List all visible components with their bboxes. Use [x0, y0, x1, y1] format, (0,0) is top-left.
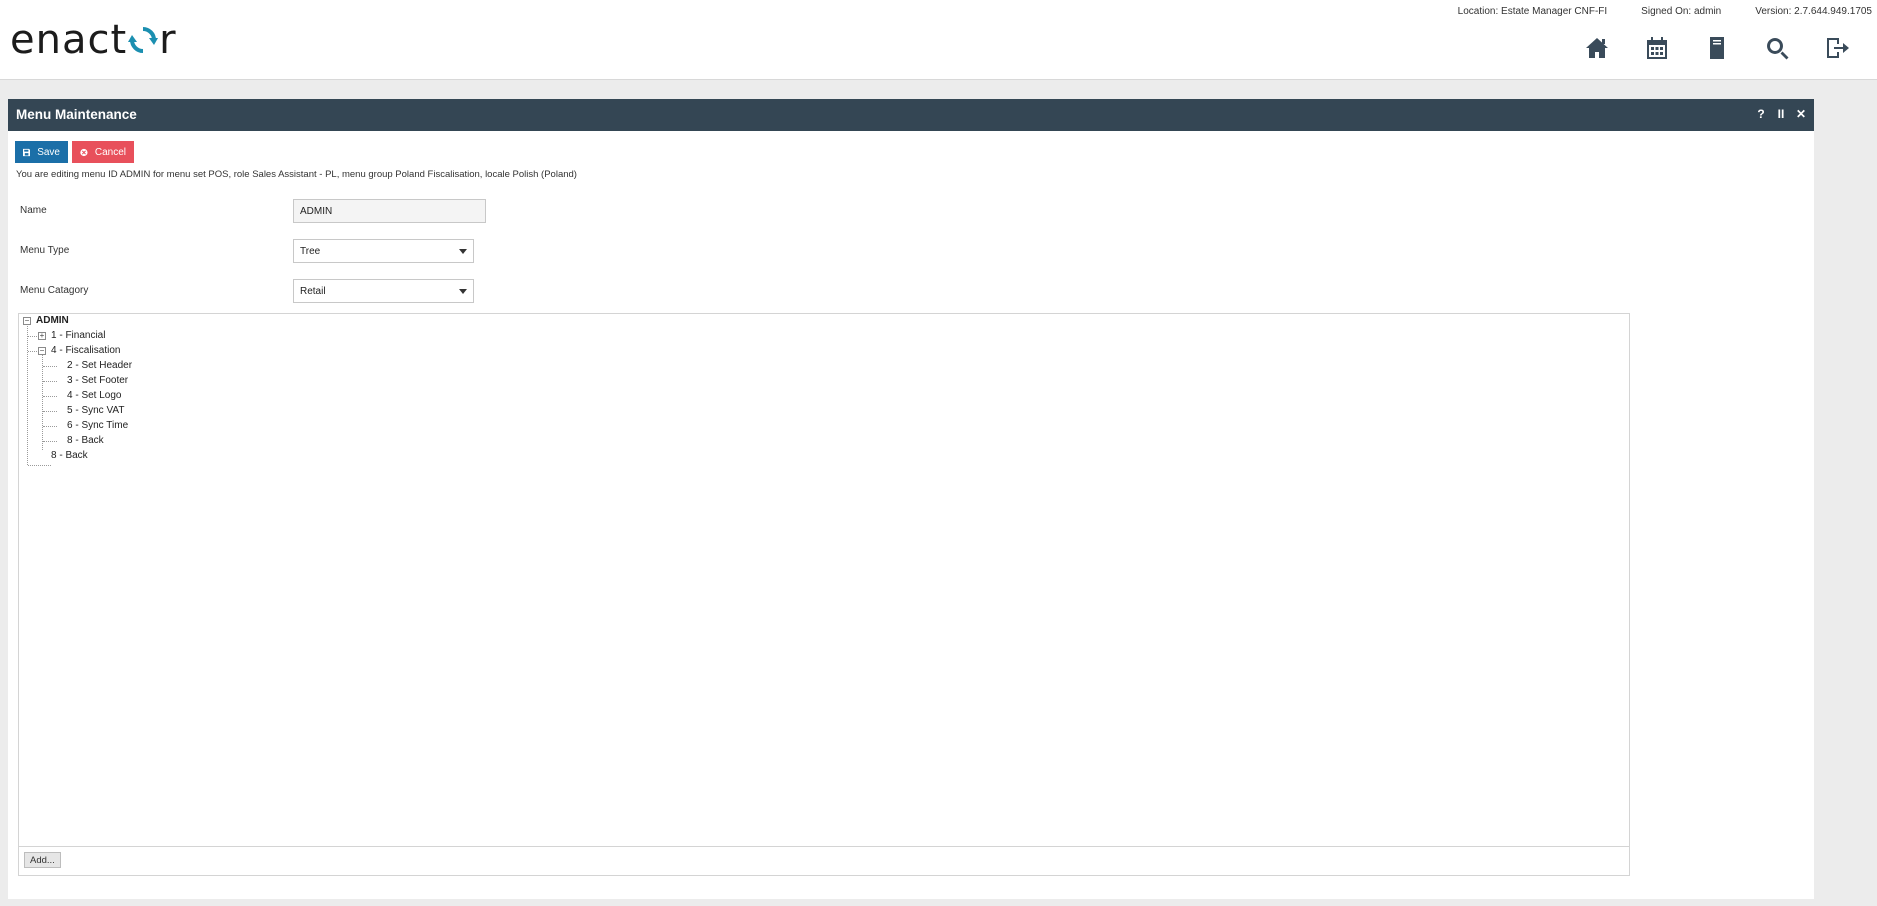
search-icon[interactable] — [1747, 33, 1807, 63]
tree-node-set-logo[interactable]: 4 - Set Logo — [67, 390, 121, 401]
pause-button[interactable]: II — [1776, 107, 1786, 121]
tree-node-sync-vat[interactable]: 5 - Sync VAT — [67, 405, 124, 416]
version-text: Version: 2.7.644.949.1705 — [1755, 6, 1872, 17]
chevron-down-icon — [459, 288, 467, 294]
tree-footer: Add... — [19, 846, 1629, 875]
tree-connector — [43, 366, 57, 367]
tree-node-admin[interactable]: ADMIN — [36, 315, 69, 326]
tree-connector — [28, 351, 37, 352]
menu-category-select[interactable]: Retail — [293, 279, 474, 303]
tree-node-fiscalisation[interactable]: 4 - Fiscalisation — [51, 345, 120, 356]
tree-connector — [27, 324, 28, 465]
tree-node-financial[interactable]: 1 - Financial — [51, 330, 105, 341]
collapse-icon[interactable]: − — [23, 317, 31, 325]
chevron-down-icon — [459, 248, 467, 254]
panel-titlebar: Menu Maintenance ? II ✕ — [8, 99, 1814, 131]
tree-node-set-header[interactable]: 2 - Set Header — [67, 360, 132, 371]
logout-icon[interactable] — [1807, 33, 1867, 63]
panel-title: Menu Maintenance — [16, 107, 137, 122]
name-field[interactable]: ADMIN — [293, 199, 486, 223]
tree-connector — [43, 396, 57, 397]
menu-category-value: Retail — [300, 285, 326, 297]
cancel-label: Cancel — [94, 146, 126, 158]
logo-text-start: enact — [10, 17, 128, 63]
tree-connector — [43, 411, 57, 412]
tree-connector — [42, 355, 43, 450]
add-button[interactable]: Add... — [24, 852, 61, 868]
tree-connector — [43, 426, 57, 427]
tree-node-sync-time[interactable]: 6 - Sync Time — [67, 420, 128, 431]
menu-maintenance-panel: Menu Maintenance ? II ✕ Save Cancel You … — [8, 99, 1814, 899]
menu-type-select[interactable]: Tree — [293, 239, 474, 263]
tree-connector — [43, 441, 57, 442]
cancel-button[interactable]: Cancel — [72, 141, 134, 163]
tree-connector — [28, 336, 37, 337]
collapse-icon[interactable]: − — [38, 347, 46, 355]
menu-type-value: Tree — [300, 245, 321, 257]
tree-connector — [28, 465, 51, 466]
tree-node-back[interactable]: 8 - Back — [51, 450, 88, 461]
logo-text-end: r — [159, 17, 177, 63]
location-text: Location: Estate Manager CNF-FI — [1457, 6, 1608, 17]
panel-controls: ? II ✕ — [1756, 107, 1806, 121]
logo-refresh-mark — [128, 18, 159, 53]
save-button[interactable]: Save — [15, 141, 68, 163]
menu-tree: − ADMIN + 1 - Financial − 4 - Fiscalisat… — [18, 313, 1630, 876]
menu-category-label: Menu Catagory — [20, 285, 89, 296]
editing-info-text: You are editing menu ID ADMIN for menu s… — [16, 169, 577, 180]
document-icon[interactable] — [1687, 33, 1747, 63]
home-icon[interactable] — [1567, 33, 1627, 63]
session-info: Location: Estate Manager CNF-FI Signed O… — [1458, 6, 1872, 17]
name-label: Name — [20, 205, 47, 216]
tree-connector — [43, 381, 57, 382]
name-value: ADMIN — [300, 205, 333, 217]
expand-icon[interactable]: + — [38, 332, 46, 340]
tree-node-back-sub[interactable]: 8 - Back — [67, 435, 104, 446]
save-label: Save — [37, 146, 60, 158]
action-toolbar: Save Cancel — [15, 141, 134, 163]
signed-on-text: Signed On: admin — [1641, 6, 1722, 17]
close-button[interactable]: ✕ — [1796, 107, 1806, 121]
tree-node-set-footer[interactable]: 3 - Set Footer — [67, 375, 128, 386]
enactor-logo[interactable]: enact r — [10, 16, 177, 64]
header-nav — [1567, 33, 1867, 63]
menu-type-label: Menu Type — [20, 245, 70, 256]
app-header: enact r Location: Estate Manager CNF-FI S… — [0, 0, 1877, 80]
cancel-icon — [80, 148, 88, 156]
help-button[interactable]: ? — [1756, 107, 1766, 121]
calendar-icon[interactable] — [1627, 33, 1687, 63]
save-icon — [23, 148, 31, 156]
